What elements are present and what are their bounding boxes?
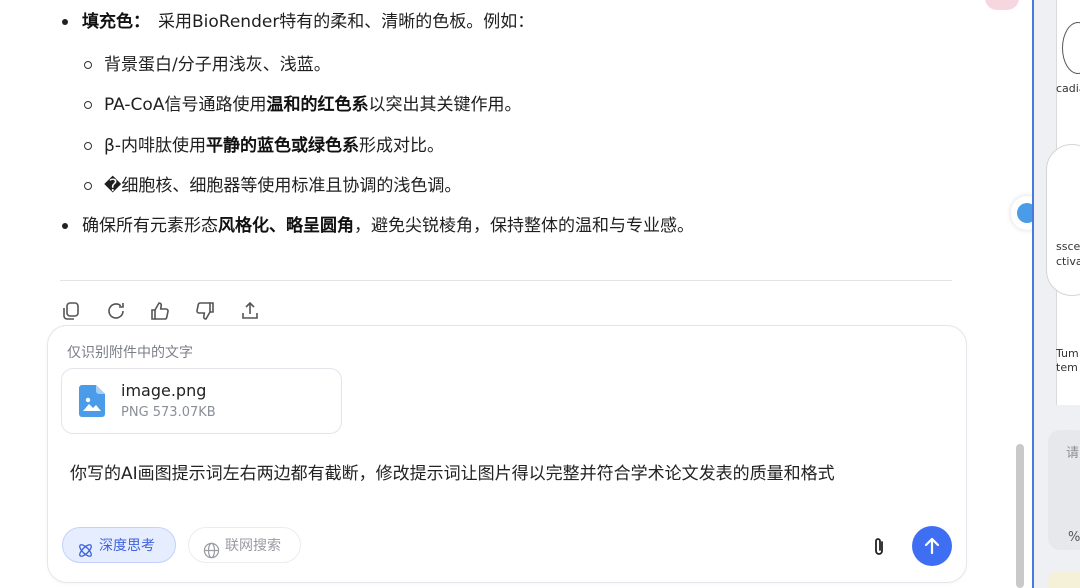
assistant-icon bbox=[1017, 203, 1032, 223]
sub-item-bold: 平静的蓝色或绿色系 bbox=[205, 136, 359, 156]
message-composer: 仅识别附件中的文字 image.png PNG 573.07KB 你写的AI画图… bbox=[47, 325, 967, 583]
diagram-bubble bbox=[1046, 144, 1080, 296]
scrollbar-thumb[interactable] bbox=[1016, 444, 1024, 588]
item-text: 确保所有元素形态 bbox=[82, 216, 218, 236]
chat-area: 填充色： 采用BioRender特有的柔和、清晰的色板。例如： 背景蛋白/分子用浅… bbox=[0, 0, 1032, 588]
item-bold: 风格化、略呈圆角 bbox=[218, 216, 354, 236]
scrollbar[interactable] bbox=[1014, 440, 1026, 588]
file-meta: PNG 573.07KB bbox=[121, 405, 216, 420]
arrow-up-icon bbox=[924, 537, 940, 555]
panel-text: tem bbox=[1056, 361, 1078, 374]
globe-icon bbox=[203, 537, 220, 559]
fill-label: 填充色： bbox=[82, 12, 150, 32]
thumbs-up-icon[interactable] bbox=[149, 300, 171, 322]
panel-bottom-chip bbox=[1048, 572, 1080, 588]
deep-think-label: 深度思考 bbox=[99, 538, 155, 554]
share-icon[interactable] bbox=[239, 300, 261, 322]
bullet-ring bbox=[84, 142, 92, 150]
panel-percent: % bbox=[1068, 530, 1080, 545]
panel-text: sscen bbox=[1056, 240, 1080, 253]
panel-text: Tum bbox=[1056, 347, 1079, 360]
bullet-ring bbox=[84, 182, 92, 190]
floating-badge[interactable] bbox=[985, 0, 1019, 10]
image-file-icon bbox=[79, 385, 105, 417]
regenerate-icon[interactable] bbox=[105, 300, 127, 322]
sub-item-text: 背景蛋白/分子用浅灰、浅蓝。 bbox=[104, 55, 331, 75]
deep-think-toggle[interactable]: 深度思考 bbox=[62, 527, 176, 563]
panel-text: cadia bbox=[1056, 82, 1080, 95]
sub-item-bold: 温和的红色系 bbox=[266, 95, 369, 115]
bullet-dot bbox=[62, 223, 68, 229]
web-search-label: 联网搜索 bbox=[225, 538, 281, 554]
divider bbox=[60, 280, 952, 281]
copy-icon[interactable] bbox=[60, 300, 82, 322]
file-name: image.png bbox=[121, 381, 207, 400]
bullet-ring bbox=[84, 101, 92, 109]
fill-text: 采用BioRender特有的柔和、清晰的色板。例如： bbox=[158, 12, 535, 32]
item-text: ，避免尖锐棱角，保持整体的温和与专业感。 bbox=[354, 216, 694, 236]
side-panel: cadia sscen ctiva Tum tem 请 % bbox=[1032, 0, 1080, 588]
panel-text: ctiva bbox=[1056, 255, 1080, 268]
send-button[interactable] bbox=[912, 526, 952, 566]
attachment-hint: 仅识别附件中的文字 bbox=[67, 345, 193, 361]
file-attachment[interactable]: image.png PNG 573.07KB bbox=[61, 368, 342, 434]
bullet-ring bbox=[84, 61, 92, 69]
sub-item-text: 形成对比。 bbox=[358, 136, 444, 156]
sub-item-text: 以突出其关键作用。 bbox=[368, 95, 522, 115]
panel-input-text: 请 bbox=[1066, 446, 1080, 461]
prompt-input[interactable]: 你写的AI画图提示词左右两边都有截断，修改提示词让图片得以完整并符合学术论文发表… bbox=[70, 459, 835, 484]
web-search-toggle[interactable]: 联网搜索 bbox=[188, 527, 301, 563]
thumbs-down-icon[interactable] bbox=[194, 300, 216, 322]
sub-item-text: β-内啡肽使用 bbox=[104, 136, 206, 156]
atom-icon bbox=[77, 537, 94, 557]
bullet-dot bbox=[62, 19, 68, 25]
paperclip-icon[interactable] bbox=[869, 536, 889, 558]
floating-assistant-button[interactable] bbox=[1011, 196, 1032, 230]
sub-item-text: �细胞核、细胞器等使用标准且协调的浅色调。 bbox=[104, 176, 462, 196]
sub-item-text: PA-CoA信号通路使用 bbox=[104, 95, 267, 115]
